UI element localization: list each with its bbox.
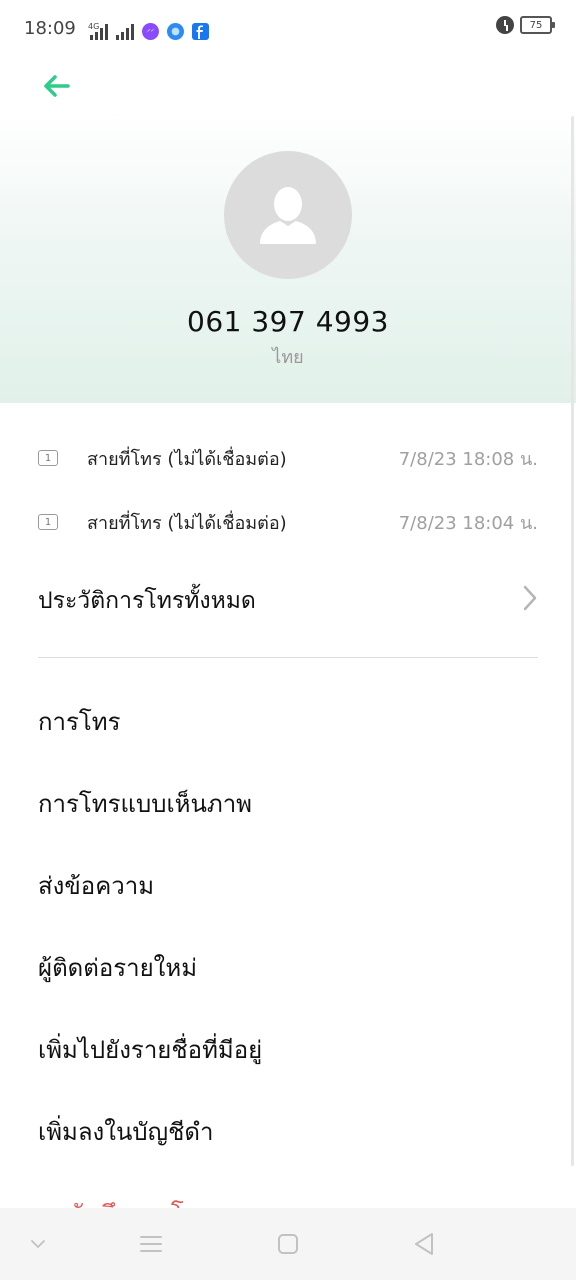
chevron-down-icon [31,1240,45,1249]
status-time: 18:09 [24,18,76,39]
call-time: 7/8/23 18:04 น. [398,512,538,534]
number-location: ไทย [272,347,304,368]
new-contact-button[interactable]: ผู้ติดต่อรายใหม่ [0,934,576,998]
person-icon [260,187,316,244]
navigation-bar [0,1208,576,1280]
status-icons: 4G [84,18,209,40]
video-call-button[interactable]: การโทรแบบเห็นภาพ [0,770,576,834]
hide-nav-button[interactable] [18,1226,58,1262]
all-call-history-button[interactable]: ประวัติการโทรทั้งหมด [0,570,576,626]
back-nav-button[interactable] [404,1226,444,1262]
cell-signal-icon: 4G [84,22,108,40]
contact-header: 061 397 4993 ไทย [0,114,576,403]
back-arrow-icon [44,75,70,97]
triangle-back-icon [415,1233,433,1255]
status-right: 75 [496,16,555,34]
facebook-icon [192,23,209,40]
battery-icon: 75 [520,16,555,34]
call-status: สายที่โทร (ไม่ได้เชื่อมต่อ) [87,512,287,534]
call-status: สายที่โทร (ไม่ได้เชื่อมต่อ) [87,448,287,470]
add-to-existing-contact-label: เพิ่มไปยังรายชื่อที่มีอยู่ [38,1036,263,1064]
status-bar: 18:09 4G 75 [0,0,576,58]
new-contact-label: ผู้ติดต่อรายใหม่ [38,954,198,982]
network-type-label: 4G [88,22,100,31]
send-message-label: ส่งข้อความ [38,872,155,900]
menu-icon [140,1236,162,1252]
add-to-blacklist-button[interactable]: เพิ่มลงในบัญชีดำ [0,1098,576,1162]
call-log-row[interactable]: 1 สายที่โทร (ไม่ได้เชื่อมต่อ) 7/8/23 18:… [0,498,576,546]
call-log-row[interactable]: 1 สายที่โทร (ไม่ได้เชื่อมต่อ) 7/8/23 18:… [0,434,576,482]
alarm-icon [496,16,514,34]
phone-number: 061 397 4993 [187,305,389,338]
back-button[interactable] [34,64,78,108]
avatar [224,151,352,279]
cell-signal-2-icon [116,24,134,40]
messenger-lite-icon [167,23,184,40]
messenger-icon [142,23,159,40]
home-button[interactable] [268,1226,308,1262]
video-call-label: การโทรแบบเห็นภาพ [38,790,252,818]
add-to-blacklist-label: เพิ่มลงในบัญชีดำ [38,1118,214,1146]
sim-1-icon: 1 [38,450,58,466]
call-button[interactable]: การโทร [0,688,576,752]
divider [38,657,538,658]
menu-button[interactable] [131,1226,171,1262]
add-to-existing-contact-button[interactable]: เพิ่มไปยังรายชื่อที่มีอยู่ [0,1016,576,1080]
sim-1-icon: 1 [38,514,58,530]
square-icon [278,1234,298,1254]
call-time: 7/8/23 18:08 น. [398,448,538,470]
call-label: การโทร [38,708,121,736]
all-call-history-label: ประวัติการโทรทั้งหมด [38,588,256,614]
send-message-button[interactable]: ส่งข้อความ [0,852,576,916]
battery-level: 75 [529,19,543,31]
chevron-right-icon [523,585,537,611]
scrollbar[interactable] [571,116,574,1166]
app-bar [0,58,576,114]
